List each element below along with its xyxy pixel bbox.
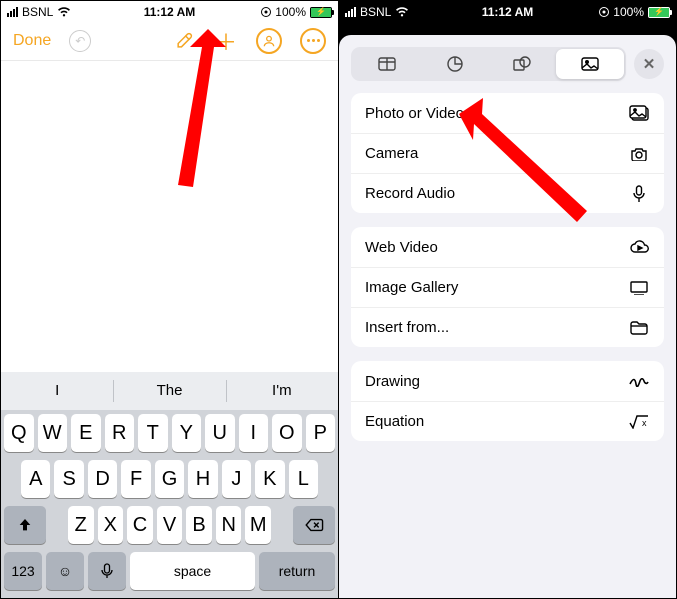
menu-label: Insert from... — [365, 319, 449, 336]
key-row-2: A S D F G H J K L — [1, 456, 338, 502]
key[interactable]: C — [127, 506, 153, 544]
right-phone: BSNL 11:12 AM 100% ⚡ ✕ Photo or Video — [339, 1, 676, 598]
menu-label: Photo or Video — [365, 105, 464, 122]
key[interactable]: F — [121, 460, 150, 498]
suggestion-bar: I The I'm — [1, 372, 338, 410]
gallery-icon — [628, 281, 650, 295]
key[interactable]: O — [272, 414, 302, 452]
key[interactable]: D — [88, 460, 117, 498]
status-bar: BSNL 11:12 AM 100% ⚡ — [1, 1, 338, 21]
key[interactable]: E — [71, 414, 101, 452]
key[interactable]: H — [188, 460, 217, 498]
key-row-3: Z X C V B N M — [1, 502, 338, 548]
menu-label: Web Video — [365, 239, 438, 256]
status-bar: BSNL 11:12 AM 100% ⚡ — [339, 1, 676, 21]
note-toolbar: Done ↶ ＋ — [1, 21, 338, 61]
key[interactable]: K — [255, 460, 284, 498]
key[interactable]: U — [205, 414, 235, 452]
close-button[interactable]: ✕ — [634, 49, 664, 79]
done-button[interactable]: Done — [13, 32, 51, 50]
menu-group-1: Photo or Video Camera Record Audio — [351, 93, 664, 213]
status-time: 11:12 AM — [339, 5, 676, 19]
key[interactable]: Y — [172, 414, 202, 452]
suggestion[interactable]: The — [113, 372, 225, 410]
key[interactable]: A — [21, 460, 50, 498]
key[interactable]: V — [157, 506, 183, 544]
key-row-bottom: 123 ☺ space return — [1, 548, 338, 598]
menu-group-3: Drawing Equation x — [351, 361, 664, 441]
suggestion[interactable]: I — [1, 372, 113, 410]
return-key[interactable]: return — [259, 552, 335, 590]
more-button[interactable] — [300, 28, 326, 54]
key[interactable]: J — [222, 460, 251, 498]
menu-label: Image Gallery — [365, 279, 458, 296]
key[interactable]: I — [239, 414, 269, 452]
key[interactable]: T — [138, 414, 168, 452]
key[interactable]: G — [155, 460, 184, 498]
brush-icon[interactable] — [172, 29, 196, 53]
sqrt-icon: x — [628, 415, 650, 429]
emoji-key[interactable]: ☺ — [46, 552, 84, 590]
insert-sheet: ✕ Photo or Video Camera Record Audio Web… — [339, 35, 676, 598]
mic-icon — [628, 185, 650, 203]
key[interactable]: R — [105, 414, 135, 452]
menu-camera[interactable]: Camera — [351, 133, 664, 173]
battery-icon: ⚡ — [648, 7, 670, 18]
key[interactable]: W — [38, 414, 68, 452]
key[interactable]: N — [216, 506, 242, 544]
menu-label: Drawing — [365, 373, 420, 390]
key[interactable]: M — [245, 506, 271, 544]
svg-text:x: x — [642, 418, 647, 428]
menu-image-gallery[interactable]: Image Gallery — [351, 267, 664, 307]
menu-equation[interactable]: Equation x — [351, 401, 664, 441]
camera-icon — [628, 147, 650, 161]
undo-button[interactable]: ↶ — [69, 30, 91, 52]
space-key[interactable]: space — [130, 552, 255, 590]
shift-key[interactable] — [4, 506, 46, 544]
note-canvas[interactable] — [1, 61, 338, 372]
menu-label: Record Audio — [365, 185, 455, 202]
segment-control — [351, 47, 626, 81]
backspace-key[interactable] — [293, 506, 335, 544]
cloud-icon — [628, 240, 650, 254]
key[interactable]: S — [54, 460, 83, 498]
key[interactable]: X — [98, 506, 124, 544]
menu-record-audio[interactable]: Record Audio — [351, 173, 664, 213]
add-button[interactable]: ＋ — [214, 29, 238, 53]
status-time: 11:12 AM — [1, 5, 338, 19]
profile-button[interactable] — [256, 28, 282, 54]
key-row-1: Q W E R T Y U I O P — [1, 410, 338, 456]
numbers-key[interactable]: 123 — [4, 552, 42, 590]
folder-icon — [628, 321, 650, 335]
key[interactable]: L — [289, 460, 318, 498]
battery-icon: ⚡ — [310, 7, 332, 18]
scribble-icon — [628, 375, 650, 387]
seg-shapes[interactable] — [489, 49, 557, 79]
menu-group-2: Web Video Image Gallery Insert from... — [351, 227, 664, 347]
menu-web-video[interactable]: Web Video — [351, 227, 664, 267]
mic-key[interactable] — [88, 552, 126, 590]
key[interactable]: B — [186, 506, 212, 544]
key[interactable]: Z — [68, 506, 94, 544]
seg-media[interactable] — [556, 49, 624, 79]
menu-label: Camera — [365, 145, 418, 162]
suggestion[interactable]: I'm — [226, 372, 338, 410]
menu-label: Equation — [365, 413, 424, 430]
photo-icon — [628, 105, 650, 121]
key[interactable]: P — [306, 414, 336, 452]
menu-drawing[interactable]: Drawing — [351, 361, 664, 401]
seg-tables[interactable] — [353, 49, 421, 79]
seg-charts[interactable] — [421, 49, 489, 79]
menu-photo-video[interactable]: Photo or Video — [351, 93, 664, 133]
left-phone: BSNL 11:12 AM 100% ⚡ Done ↶ ＋ — [1, 1, 339, 598]
menu-insert-from[interactable]: Insert from... — [351, 307, 664, 347]
key[interactable]: Q — [4, 414, 34, 452]
keyboard: I The I'm Q W E R T Y U I O P A S D F G … — [1, 372, 338, 598]
